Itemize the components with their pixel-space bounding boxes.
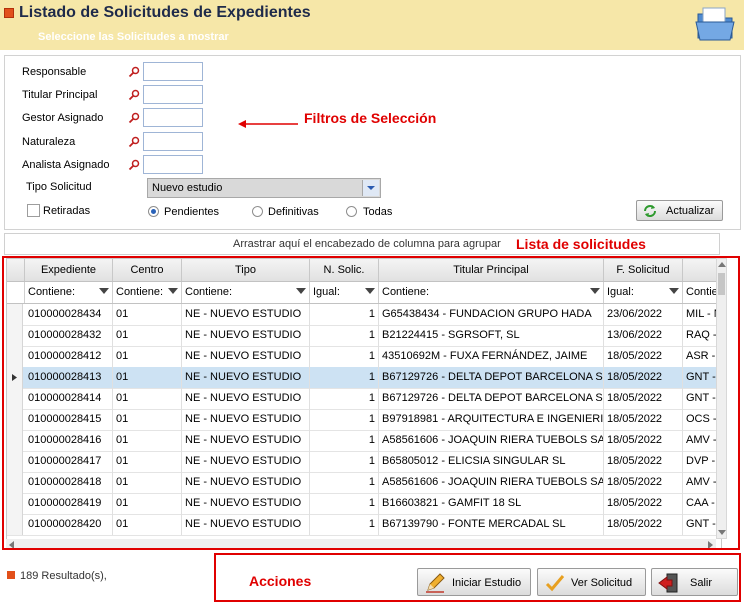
actualizar-button[interactable]: Actualizar (636, 200, 723, 221)
iniciar-estudio-button[interactable]: Iniciar Estudio (417, 568, 531, 596)
tipo-solicitud-select[interactable]: Nuevo estudio (147, 178, 381, 198)
responsable-input[interactable] (143, 62, 203, 81)
actualizar-label: Actualizar (666, 205, 715, 217)
annotation-filtros: Filtros de Selección (304, 110, 437, 126)
folder-icon (695, 7, 735, 41)
filter-label-titular: Titular Principal (22, 89, 98, 101)
filter-label-naturaleza: Naturaleza (22, 136, 76, 148)
search-icon[interactable] (128, 66, 140, 78)
group-hint: Arrastrar aquí el encabezado de columna … (233, 238, 501, 250)
salir-label: Salir (690, 577, 713, 589)
annotation-acciones: Acciones (249, 573, 312, 589)
search-icon[interactable] (128, 136, 140, 148)
result-bullet-icon (7, 571, 15, 579)
retiradas-label: Retiradas (43, 205, 91, 217)
radio-pendientes-label: Pendientes (164, 206, 220, 218)
iniciar-estudio-label: Iniciar Estudio (452, 577, 522, 589)
chevron-down-icon[interactable] (362, 180, 379, 196)
ver-solicitud-label: Ver Solicitud (571, 577, 633, 589)
page-title: Listado de Solicitudes de Expedientes (19, 4, 311, 21)
ver-solicitud-button[interactable]: Ver Solicitud (537, 568, 646, 596)
filter-label-responsable: Responsable (22, 66, 87, 78)
annotation-arrow-icon (238, 120, 298, 128)
checkmark-icon (545, 575, 565, 592)
header-bullet-icon (4, 8, 14, 18)
page-subtitle: Seleccione las Solicitudes a mostrar (38, 31, 229, 43)
titular-input[interactable] (143, 85, 203, 104)
radio-definitivas[interactable] (252, 206, 263, 217)
search-icon[interactable] (128, 159, 140, 171)
results-count: 189 Resultado(s), (20, 570, 107, 582)
filter-label-gestor: Gestor Asignado (22, 112, 104, 124)
annotation-lista: Lista de solicitudes (516, 236, 646, 252)
analista-input[interactable] (143, 155, 203, 174)
annotation-grid-box (2, 256, 740, 550)
refresh-icon (644, 205, 656, 217)
naturaleza-input[interactable] (143, 132, 203, 151)
pencil-icon (426, 573, 445, 593)
tipo-solicitud-label: Tipo Solicitud (26, 181, 92, 193)
tipo-solicitud-value: Nuevo estudio (152, 182, 223, 194)
filter-label-analista: Analista Asignado (22, 159, 110, 171)
search-icon[interactable] (128, 112, 140, 124)
gestor-input[interactable] (143, 108, 203, 127)
filters-panel (4, 55, 741, 230)
radio-definitivas-label: Definitivas (268, 206, 319, 218)
radio-todas[interactable] (346, 206, 357, 217)
search-icon[interactable] (128, 89, 140, 101)
window-header: Listado de Solicitudes de Expedientes Se… (0, 0, 744, 50)
radio-pendientes[interactable] (148, 206, 159, 217)
salir-button[interactable]: Salir (651, 568, 738, 596)
radio-todas-label: Todas (363, 206, 393, 218)
retiradas-checkbox[interactable] (27, 204, 40, 217)
exit-icon (658, 573, 678, 593)
